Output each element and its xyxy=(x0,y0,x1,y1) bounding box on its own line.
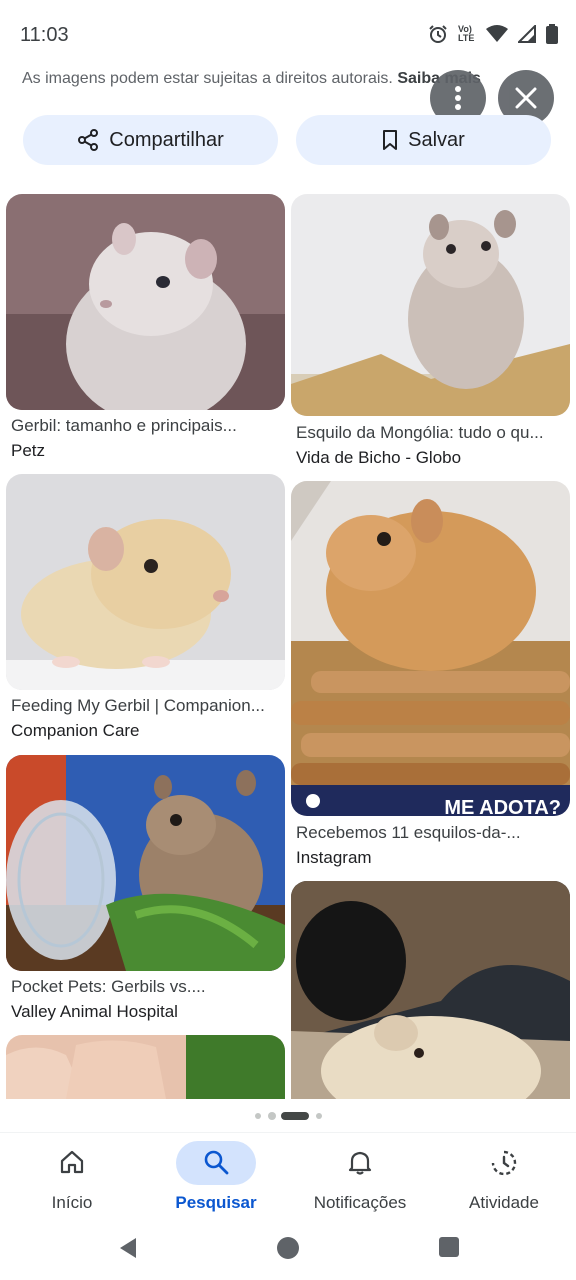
more-vert-icon xyxy=(455,86,461,110)
wifi-icon xyxy=(486,25,508,43)
nav-label: Pesquisar xyxy=(175,1193,257,1212)
volte-icon: Vo) LTE xyxy=(458,24,475,43)
pager-dot-active xyxy=(281,1112,309,1120)
copyright-notice: As imagens podem estar sujeitas a direit… xyxy=(22,70,481,88)
pager-dot[interactable] xyxy=(268,1112,276,1120)
bottom-navigation: Início Pesquisar Notificações Atividade xyxy=(0,1132,576,1223)
save-button[interactable]: Salvar xyxy=(296,115,551,165)
save-label: Salvar xyxy=(408,128,465,151)
result-title[interactable]: Gerbil: tamanho e principais... xyxy=(11,416,237,436)
nav-label: Atividade xyxy=(469,1193,539,1212)
nav-item-activity[interactable]: Atividade xyxy=(432,1133,576,1223)
share-button[interactable]: Compartilhar xyxy=(23,115,278,165)
nav-item-search[interactable]: Pesquisar xyxy=(144,1133,288,1223)
nav-item-home[interactable]: Início xyxy=(0,1133,144,1223)
system-navigation-bar xyxy=(0,1222,576,1280)
status-icons: Vo) LTE xyxy=(428,24,558,44)
image-overlay-text: ME ADOTA? xyxy=(444,797,561,816)
status-bar: 11:03 Vo) LTE xyxy=(0,0,576,70)
signal-icon xyxy=(518,25,536,43)
result-title[interactable]: Pocket Pets: Gerbils vs.... xyxy=(11,977,206,997)
bell-icon xyxy=(288,1149,432,1175)
result-image[interactable] xyxy=(291,881,570,1099)
share-icon xyxy=(78,129,99,151)
share-label: Compartilhar xyxy=(109,128,224,151)
copyright-text: As imagens podem estar sujeitas a direit… xyxy=(22,70,393,87)
result-source: Vida de Bicho - Globo xyxy=(296,448,462,467)
result-image[interactable] xyxy=(6,755,285,971)
result-image[interactable] xyxy=(6,1035,285,1099)
result-image[interactable] xyxy=(291,194,570,416)
result-title[interactable]: Esquilo da Mongólia: tudo o qu... xyxy=(296,423,544,443)
activity-icon xyxy=(432,1149,576,1177)
result-source: Companion Care xyxy=(11,721,140,740)
pager-dot[interactable] xyxy=(255,1113,261,1119)
result-image[interactable] xyxy=(6,474,285,690)
result-title[interactable]: Recebemos 11 esquilos-da-... xyxy=(296,823,521,843)
nav-item-notifications[interactable]: Notificações xyxy=(288,1133,432,1223)
recents-button[interactable] xyxy=(438,1236,460,1263)
search-icon xyxy=(144,1149,288,1175)
carousel-pager xyxy=(0,1111,576,1121)
result-source: Instagram xyxy=(296,848,372,867)
bookmark-icon xyxy=(383,130,398,150)
result-image[interactable] xyxy=(6,194,285,410)
battery-icon xyxy=(546,24,558,44)
nav-label: Início xyxy=(51,1193,93,1212)
result-image[interactable]: ME ADOTA? xyxy=(291,481,570,816)
back-button[interactable] xyxy=(116,1236,140,1265)
home-circle-icon xyxy=(277,1237,299,1259)
alarm-icon xyxy=(428,24,448,44)
result-source: Valley Animal Hospital xyxy=(11,1002,178,1021)
pager-dot[interactable] xyxy=(316,1113,322,1119)
status-time: 11:03 xyxy=(20,24,69,46)
recents-square-icon xyxy=(439,1237,459,1257)
result-title[interactable]: Feeding My Gerbil | Companion... xyxy=(11,696,265,716)
home-button[interactable] xyxy=(276,1236,300,1265)
back-triangle-icon xyxy=(120,1238,136,1258)
paw-icon xyxy=(306,794,320,808)
nav-label: Notificações xyxy=(313,1193,407,1212)
home-icon xyxy=(0,1149,144,1175)
close-icon xyxy=(515,87,537,109)
result-source: Petz xyxy=(11,441,46,460)
